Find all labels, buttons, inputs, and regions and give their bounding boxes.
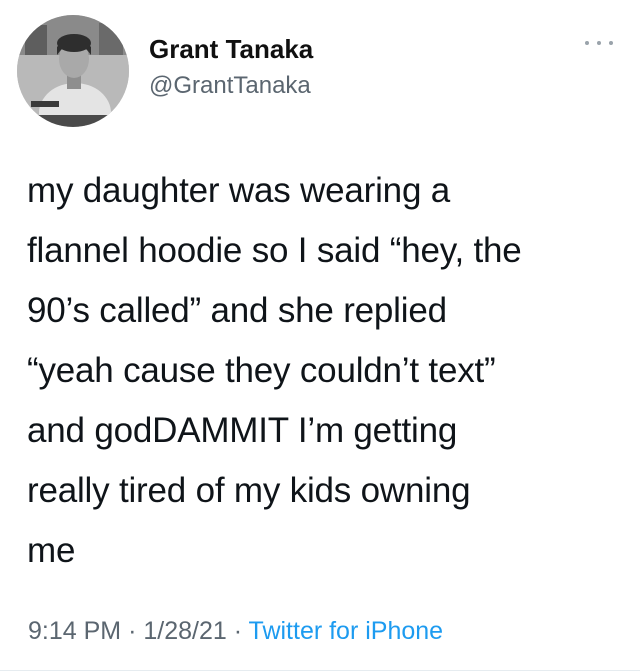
avatar[interactable] <box>17 15 129 127</box>
meta-separator: · <box>233 617 243 645</box>
meta-separator: · <box>128 617 137 645</box>
tweet-text-line: and godDAMMIT I’m getting <box>27 411 458 450</box>
tweet-card: Grant Tanaka @GrantTanaka my daughter wa… <box>0 0 640 671</box>
tweet-time[interactable]: 9:14 PM <box>28 617 121 645</box>
tweet-text-line: me <box>27 531 76 570</box>
tweet-date[interactable]: 1/28/21 <box>143 617 226 645</box>
tweet-text-line: 90’s called” and she replied <box>27 291 447 330</box>
tweet-text-line: flannel hoodie so I said “hey, the <box>27 231 522 270</box>
tweet-metadata: 9:14 PM · 1/28/21 · Twitter for iPhone <box>28 617 443 646</box>
tweet-text-line: “yeah cause they couldn’t text” <box>27 351 496 390</box>
more-dot <box>585 41 589 45</box>
portrait-photo-icon <box>17 15 129 127</box>
tweet-source-link[interactable]: Twitter for iPhone <box>249 617 444 645</box>
tweet-text-line: really tired of my kids owning <box>27 471 471 510</box>
more-dots-icon[interactable] <box>585 37 613 49</box>
user-handle[interactable]: @GrantTanaka <box>149 72 311 100</box>
tweet-text-line: my daughter was wearing a <box>27 171 450 210</box>
tweet-text: my daughter was wearing a flannel hoodie… <box>27 161 617 581</box>
more-dot <box>597 41 601 45</box>
display-name[interactable]: Grant Tanaka <box>149 34 313 65</box>
more-dot <box>609 41 613 45</box>
